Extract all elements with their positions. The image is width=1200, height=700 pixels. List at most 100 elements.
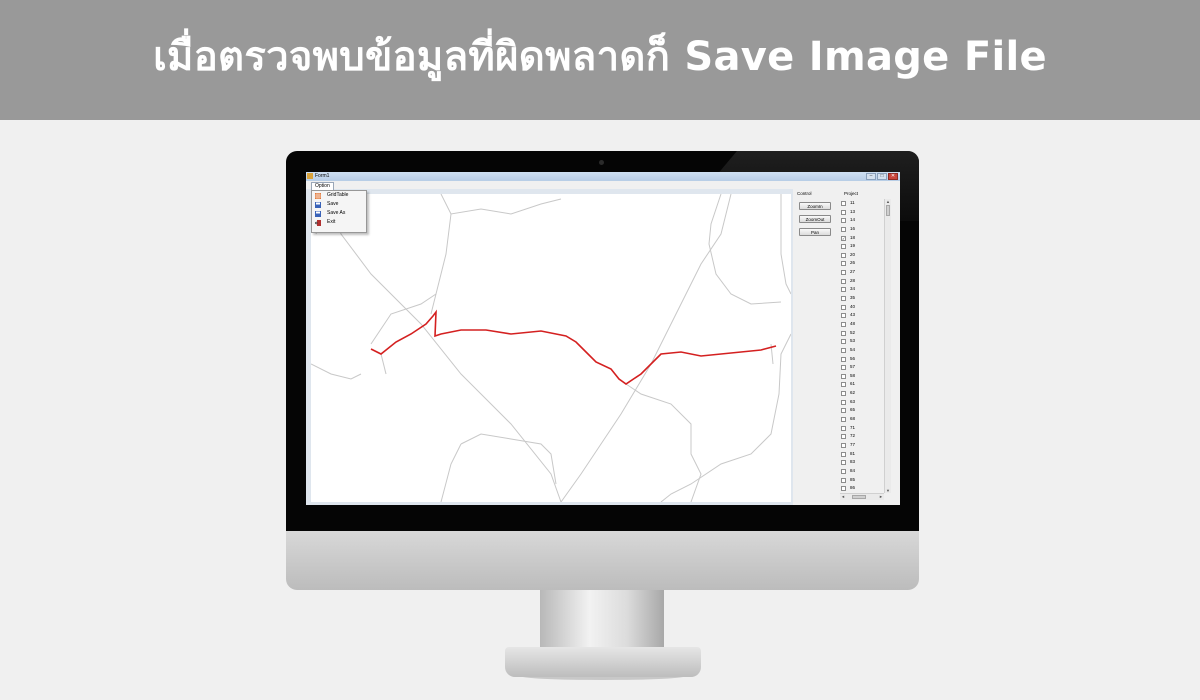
project-checkbox[interactable] xyxy=(841,330,846,336)
project-list-item[interactable]: 58 xyxy=(840,372,880,381)
project-checkbox[interactable] xyxy=(841,287,846,293)
project-item-label: 58 xyxy=(850,372,856,378)
project-list-item[interactable]: 61 xyxy=(840,380,880,389)
project-item-label: 54 xyxy=(850,346,856,352)
project-checkbox[interactable] xyxy=(841,278,846,284)
project-list-item[interactable]: 52 xyxy=(840,329,880,338)
menu-item-save-as[interactable]: Save As xyxy=(312,209,366,218)
project-list-item[interactable]: 28 xyxy=(840,277,880,286)
project-list-item[interactable]: 34 xyxy=(840,285,880,294)
monitor-stand-neck xyxy=(540,590,664,650)
project-checkbox[interactable] xyxy=(841,356,846,362)
project-checkbox[interactable] xyxy=(841,365,846,371)
project-checkbox[interactable] xyxy=(841,218,846,224)
project-list-item[interactable]: 11 xyxy=(840,199,880,208)
project-checkbox[interactable] xyxy=(841,201,846,206)
project-list-item[interactable]: 81 xyxy=(840,450,880,459)
project-list-item[interactable]: 85 xyxy=(840,476,880,485)
project-checkbox[interactable] xyxy=(841,244,846,250)
project-checkbox[interactable] xyxy=(841,460,846,466)
zoom-in-button[interactable]: ZoomIn xyxy=(799,202,831,210)
project-list-item[interactable]: 19 xyxy=(840,242,880,251)
project-list-item[interactable]: 48 xyxy=(840,320,880,329)
project-list-item[interactable]: 63 xyxy=(840,398,880,407)
minimize-button[interactable]: – xyxy=(866,173,876,180)
floppy-disk-icon xyxy=(315,211,321,217)
map-svg xyxy=(311,194,791,502)
close-button[interactable]: ✕ xyxy=(888,173,898,180)
project-checkbox[interactable] xyxy=(841,321,846,327)
project-checkbox[interactable] xyxy=(841,209,846,215)
map-canvas[interactable] xyxy=(311,194,791,502)
project-checkbox[interactable] xyxy=(841,468,846,474)
zoom-out-button[interactable]: ZoomOut xyxy=(799,215,831,223)
project-checkbox[interactable] xyxy=(841,417,846,423)
project-checkbox[interactable] xyxy=(841,339,846,345)
project-checkbox[interactable] xyxy=(841,391,846,397)
project-checkbox[interactable]: ✓ xyxy=(841,235,846,241)
monitor-chin xyxy=(286,531,919,590)
project-list-item[interactable]: 86 xyxy=(840,484,880,493)
project-checkbox[interactable] xyxy=(841,425,846,431)
project-checkbox[interactable] xyxy=(841,313,846,319)
project-checkbox[interactable] xyxy=(841,442,846,448)
project-checkbox[interactable] xyxy=(841,226,846,232)
project-list-item[interactable]: 57 xyxy=(840,363,880,372)
project-checkbox[interactable] xyxy=(841,382,846,388)
project-list-item[interactable]: 84 xyxy=(840,467,880,476)
project-checkbox[interactable] xyxy=(841,486,846,492)
project-checkbox[interactable] xyxy=(841,434,846,440)
project-checkbox[interactable] xyxy=(841,261,846,267)
project-list-item[interactable]: 62 xyxy=(840,389,880,398)
project-list-item[interactable]: 72 xyxy=(840,432,880,441)
project-checkbox[interactable] xyxy=(841,347,846,353)
project-list-item[interactable]: 35 xyxy=(840,294,880,303)
project-checkbox[interactable] xyxy=(841,399,846,405)
project-list-item[interactable]: 65 xyxy=(840,406,880,415)
scroll-thumb[interactable] xyxy=(852,495,866,499)
menu-item-save[interactable]: Save xyxy=(312,200,366,209)
project-checkbox[interactable] xyxy=(841,252,846,258)
project-checkbox[interactable] xyxy=(841,373,846,379)
project-horizontal-scrollbar[interactable]: ◄ ► xyxy=(840,493,884,500)
scroll-down-arrow-icon[interactable]: ▼ xyxy=(885,488,891,493)
menu-item-gridtable[interactable]: GridTable xyxy=(312,191,366,200)
project-list-item[interactable]: 26 xyxy=(840,259,880,268)
side-panel: Control ZoomIn ZoomOut Pan Project 11 13 1… xyxy=(793,189,900,505)
project-list-item[interactable]: 54 xyxy=(840,346,880,355)
project-checkbox[interactable] xyxy=(841,304,846,310)
project-checkbox[interactable] xyxy=(841,270,846,276)
project-checkbox[interactable] xyxy=(841,477,846,483)
project-list-item[interactable]: 77 xyxy=(840,441,880,450)
menu-option[interactable]: Option xyxy=(311,182,334,190)
scroll-up-arrow-icon[interactable]: ▲ xyxy=(885,199,891,204)
project-list-item[interactable]: 56 xyxy=(840,355,880,364)
monitor-stand-foot xyxy=(505,647,701,677)
project-list-item[interactable]: 40 xyxy=(840,303,880,312)
pan-button[interactable]: Pan xyxy=(799,228,831,236)
maximize-button[interactable]: □ xyxy=(877,173,887,180)
scroll-thumb[interactable] xyxy=(886,205,890,216)
project-item-label: 72 xyxy=(850,433,856,439)
project-item-label: 14 xyxy=(850,217,856,223)
scroll-left-arrow-icon[interactable]: ◄ xyxy=(841,494,845,499)
project-list-item[interactable]: 13 xyxy=(840,208,880,217)
project-list-item[interactable]: 68 xyxy=(840,415,880,424)
project-list-item[interactable]: 43 xyxy=(840,311,880,320)
project-checkbox[interactable] xyxy=(841,451,846,457)
scroll-right-arrow-icon[interactable]: ► xyxy=(879,494,883,499)
project-list-item[interactable]: 71 xyxy=(840,424,880,433)
project-list-item[interactable]: 20 xyxy=(840,251,880,260)
project-vertical-scrollbar[interactable]: ▲ ▼ xyxy=(884,199,891,493)
project-checkbox[interactable] xyxy=(841,296,846,302)
road-line xyxy=(440,194,562,215)
window-titlebar[interactable]: Form1 – □ ✕ xyxy=(306,172,900,181)
project-checkbox[interactable] xyxy=(841,408,846,414)
project-list-item[interactable]: 83 xyxy=(840,458,880,467)
project-list-item[interactable]: 16 xyxy=(840,225,880,234)
project-list-item[interactable]: ✓ 18 xyxy=(840,234,880,243)
project-list-item[interactable]: 14 xyxy=(840,216,880,225)
project-list-item[interactable]: 53 xyxy=(840,337,880,346)
menu-item-exit[interactable]: Exit xyxy=(312,218,366,227)
project-list-item[interactable]: 27 xyxy=(840,268,880,277)
